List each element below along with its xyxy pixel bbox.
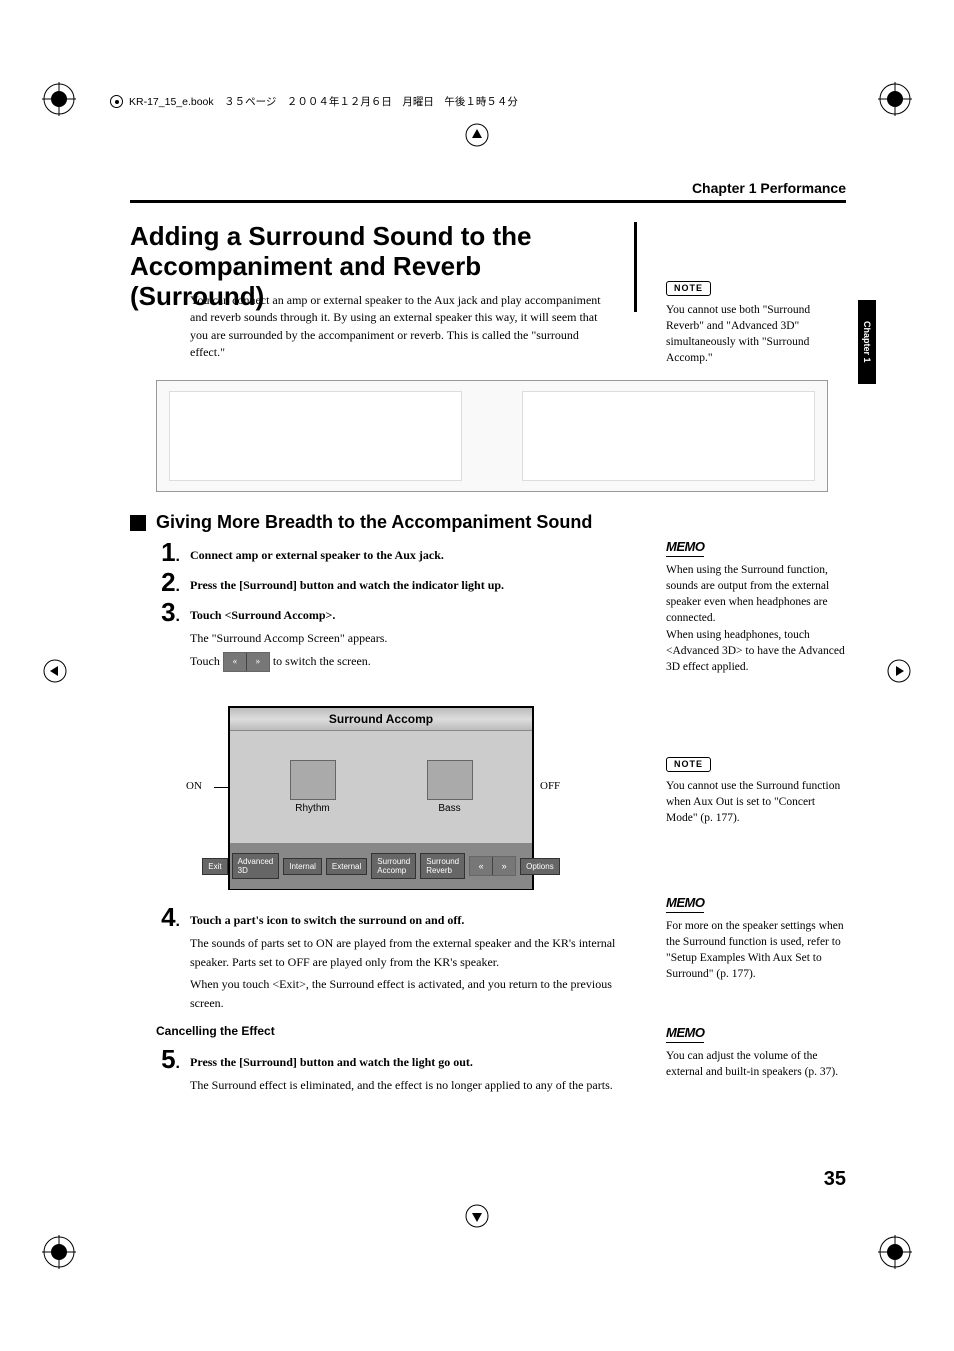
- step-4-sub2: When you touch <Exit>, the Surround effe…: [190, 975, 620, 1012]
- sidenote-memo-1: MEMO When using the Surround function, s…: [666, 538, 846, 675]
- page-number: 35: [824, 1168, 846, 1191]
- part-bass: Bass: [427, 760, 473, 814]
- header-dot-icon: [110, 95, 123, 108]
- step-3-sub2: Touch «» to switch the screen.: [190, 652, 620, 672]
- part-rhythm: Rhythm: [290, 760, 336, 814]
- step-number-5: 5.: [154, 1046, 180, 1072]
- sidenote-memo-3: MEMO You can adjust the volume of the ex…: [666, 1024, 846, 1080]
- surround-accomp-screen: Surround Accomp Rhythm Bass Exit Advance…: [228, 706, 534, 890]
- step-3-text: Touch <Surround Accomp>.: [190, 608, 335, 622]
- registration-mark-br: [878, 1235, 912, 1269]
- step-2-text: Press the [Surround] button and watch th…: [190, 578, 504, 592]
- registration-mark-bl: [42, 1235, 76, 1269]
- control-panel-diagram: [156, 380, 828, 492]
- panel-right: [522, 391, 815, 481]
- screen-btn-internal: Internal: [283, 858, 322, 875]
- page-nav-icon: «»: [223, 652, 270, 672]
- intro-paragraph: You can connect an amp or external speak…: [190, 292, 608, 362]
- chapter-heading: Chapter 1 Performance: [692, 180, 846, 196]
- screen-btn-accomp: Surround Accomp: [371, 853, 416, 879]
- header-text: KR-17_15_e.book ３５ページ ２００４年１２月６日 月曜日 午後１…: [129, 94, 518, 109]
- sidenote-note-1: NOTE You cannot use both "Surround Rever…: [666, 280, 846, 366]
- side-tab: Chapter 1: [858, 300, 876, 384]
- step-3-sub1: The "Surround Accomp Screen" appears.: [190, 629, 620, 648]
- bass-icon: [427, 760, 473, 800]
- step-5-text: Press the [Surround] button and watch th…: [190, 1055, 473, 1069]
- memo-label: MEMO: [666, 894, 704, 913]
- off-label: OFF: [540, 780, 560, 792]
- memo-text: You can adjust the volume of the externa…: [666, 1048, 846, 1080]
- memo-text: When using the Surround function, sounds…: [666, 562, 846, 675]
- note-text: You cannot use both "Surround Reverb" an…: [666, 302, 846, 366]
- screen-page-nav-icon: «»: [469, 856, 516, 876]
- memo-label: MEMO: [666, 538, 704, 557]
- panel-left: [169, 391, 462, 481]
- memo-text: For more on the speaker settings when th…: [666, 918, 846, 982]
- rhythm-icon: [290, 760, 336, 800]
- crop-arrow-left: [42, 658, 68, 684]
- crop-arrow-bottom: [464, 1203, 490, 1229]
- note-label: NOTE: [666, 757, 711, 772]
- section-breadth: Giving More Breadth to the Accompaniment…: [130, 512, 620, 672]
- screen-btn-options: Options: [520, 858, 560, 875]
- step-4-sub1: The sounds of parts set to ON are played…: [190, 934, 620, 971]
- crop-arrow-top: [464, 122, 490, 148]
- step-4-text: Touch a part's icon to switch the surrou…: [190, 913, 464, 927]
- crop-arrow-right: [886, 658, 912, 684]
- screen-btn-external: External: [326, 858, 367, 875]
- screen-btn-adv3d: Advanced 3D: [232, 853, 280, 879]
- screen-btn-reverb: Surround Reverb: [420, 853, 465, 879]
- step-5-sub: The Surround effect is eliminated, and t…: [190, 1076, 620, 1095]
- sidenote-note-2: NOTE You cannot use the Surround functio…: [666, 756, 846, 826]
- step-5-block: 5. Press the [Surround] button and watch …: [130, 1042, 620, 1095]
- step-number-3: 3.: [154, 599, 180, 625]
- sidenote-memo-2: MEMO For more on the speaker settings wh…: [666, 894, 846, 983]
- screen-btn-exit: Exit: [202, 858, 227, 875]
- registration-mark-tl: [42, 82, 76, 116]
- note-label: NOTE: [666, 281, 711, 296]
- section-square-icon: [130, 515, 146, 531]
- step-4-block: 4. Touch a part's icon to switch the surr…: [130, 900, 620, 1012]
- chapter-rule: [130, 200, 846, 203]
- step-1-text: Connect amp or external speaker to the A…: [190, 548, 444, 562]
- step-number-1: 1.: [154, 539, 180, 565]
- screen-title: Surround Accomp: [230, 708, 532, 731]
- cancel-heading: Cancelling the Effect: [156, 1024, 275, 1038]
- on-label: ON: [186, 780, 202, 792]
- memo-label: MEMO: [666, 1024, 704, 1043]
- note-text: You cannot use the Surround function whe…: [666, 778, 846, 826]
- print-header: KR-17_15_e.book ３５ページ ２００４年１２月６日 月曜日 午後１…: [110, 94, 518, 109]
- step-number-2: 2.: [154, 569, 180, 595]
- section-heading: Giving More Breadth to the Accompaniment…: [156, 512, 592, 533]
- step-number-4: 4.: [154, 904, 180, 930]
- registration-mark-tr: [878, 82, 912, 116]
